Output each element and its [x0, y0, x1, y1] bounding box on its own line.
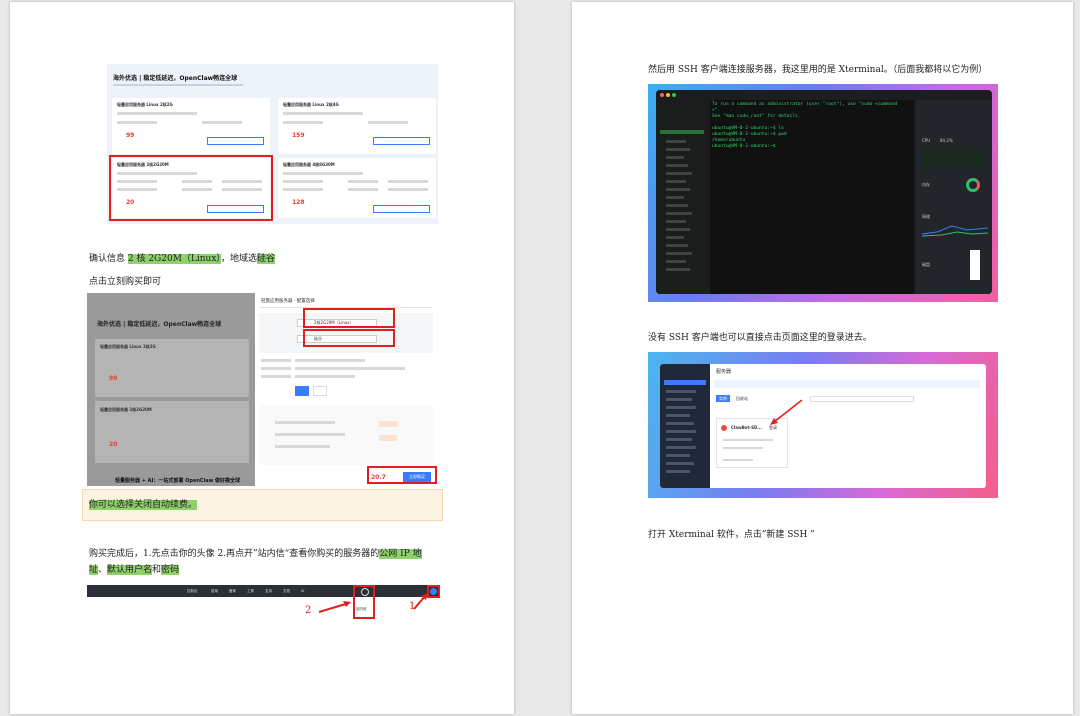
buy-button[interactable]: [207, 137, 264, 145]
highlight-box: [109, 155, 273, 221]
monitor-panel: CPU 84.2% 内存 网络 磁盘: [916, 100, 992, 294]
terminal-line: /home/ubuntu: [712, 138, 746, 143]
xterminal-window: To run a command as administrator (user …: [656, 90, 992, 294]
terminal-line: ubuntu@VM-0-2-ubuntu:~$ ls: [712, 126, 784, 131]
step-label-1: 1: [409, 601, 416, 612]
card-title: 轻量应用服务器 4核8G30M: [283, 162, 335, 167]
card-price: 99: [126, 132, 135, 139]
arrow-annotation: [770, 399, 803, 425]
dim-card-price: 99: [109, 375, 118, 382]
paragraph-web-login: 没有 SSH 客户端也可以直接点击页面这里的登录进去。: [648, 333, 872, 343]
buy-button[interactable]: [373, 137, 430, 145]
memory-ring: [966, 178, 980, 192]
file-sidebar: [656, 90, 708, 294]
highlight-os: [303, 308, 395, 328]
product-cards-screenshot: 海外优选 | 稳定低延迟，OpenClaw畅连全球 轻量应用服务器 Linux …: [107, 64, 438, 224]
dim-bottom-text: 轻量服务器 + AI：一站式部署 OpenClaw 做好模全球: [115, 478, 241, 484]
dim-title: 海外优选 | 稳定低延迟，OpenClaw畅连全球: [97, 321, 222, 328]
highlight-spec: 2 核 2G20M（Linux）: [127, 254, 221, 264]
card-price: 128: [292, 199, 305, 206]
dim-card-title: 轻量应用服务器 2核2G20M: [100, 407, 152, 412]
dim-card-price: 20: [109, 441, 118, 448]
card-linux-2c2g[interactable]: 轻量应用服务器 Linux 2核2G 99: [112, 98, 270, 154]
arrow-annotation: [318, 593, 428, 613]
disk-label: 磁盘: [922, 262, 930, 267]
paragraph-credentials: 址、默认用户名和密码: [89, 565, 180, 575]
paragraph-ssh: 然后用 SSH 客户端连接服务器，我这里用的是 Xterminal。（后面我都将…: [648, 65, 988, 75]
note-box: 你可以选择关闭自动续费。: [82, 489, 443, 521]
console-window: 服务器 实例 回收站 ClawBot-SD... 登录: [660, 364, 986, 488]
note-text: 你可以选择关闭自动续费。: [89, 500, 198, 510]
paragraph-confirm: 确认信息 2 核 2G20M（Linux），地域选硅谷: [89, 254, 275, 264]
document-page-1: 海外优选 | 稳定低延迟，OpenClaw畅连全球 轻量应用服务器 Linux …: [10, 2, 514, 714]
dim-card-title: 轻量应用服务器 Linux 2核2G: [100, 344, 156, 349]
cpu-value: 84.2%: [940, 138, 953, 143]
cpu-label: CPU: [922, 138, 931, 143]
step-label-2: 2: [305, 605, 312, 616]
panel-title: 轻量应用服务器 · 配置选择: [261, 299, 315, 304]
topbar-screenshot: 控制台 费用 备案 工具 支持 文档 AI 站内信 2 1: [87, 585, 440, 619]
highlight-region-box: [303, 329, 395, 347]
card-linux-2c4g[interactable]: 轻量应用服务器 Linux 2核4G 159: [278, 98, 436, 154]
mem-label: 内存: [922, 182, 930, 187]
paragraph-buy: 点击立刻购买即可: [89, 277, 162, 287]
console-screenshot: 服务器 实例 回收站 ClawBot-SD... 登录: [648, 352, 998, 498]
card-4c8g30m[interactable]: 轻量应用服务器 4核8G30M 128: [278, 158, 436, 218]
document-page-2: 然后用 SSH 客户端连接服务器，我这里用的是 Xterminal。（后面我都将…: [572, 2, 1073, 714]
banner-title: 海外优选 | 稳定低延迟，OpenClaw畅连全球: [113, 75, 238, 82]
highlight-region: 硅谷: [256, 254, 275, 264]
terminal-line: ubuntu@VM-0-2-ubuntu:~$ pwd: [712, 132, 787, 137]
paragraph-open-xterminal: 打开 Xterminal 软件，点击”新建 SSH ”: [648, 530, 815, 540]
xterminal-screenshot: To run a command as administrator (user …: [648, 84, 998, 302]
terminal-line: To run a command as administrator (user …: [712, 102, 898, 107]
purchase-screenshot: 海外优选 | 稳定低延迟，OpenClaw畅连全球 轻量应用服务器 Linux …: [87, 293, 439, 486]
terminal-line: >".: [712, 108, 721, 113]
terminal-pane[interactable]: To run a command as administrator (user …: [710, 100, 914, 294]
network-chart: [922, 225, 988, 237]
card-price: 159: [292, 132, 305, 139]
buy-button[interactable]: [373, 205, 430, 213]
card-title: 轻量应用服务器 Linux 2核4G: [283, 102, 339, 107]
highlight-buy: [367, 466, 437, 484]
terminal-line: ubuntu@VM-0-2-ubuntu:~$: [712, 144, 776, 149]
card-title: 轻量应用服务器 Linux 2核2G: [117, 102, 173, 107]
terminal-line: See "man sudo_root" for details.: [712, 114, 801, 119]
